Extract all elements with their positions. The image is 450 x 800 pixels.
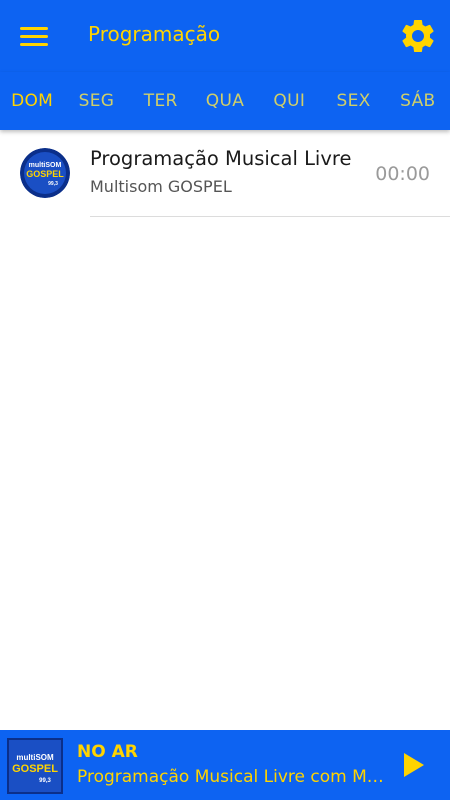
- top-app-bar: Programação: [0, 0, 450, 72]
- on-air-label: NO AR: [77, 742, 138, 762]
- hamburger-menu-icon[interactable]: [20, 24, 50, 48]
- program-subtitle: Multisom GOSPEL: [90, 177, 232, 196]
- tab-sab[interactable]: SÁB: [386, 72, 450, 130]
- tab-ter[interactable]: TER: [129, 72, 193, 130]
- player-logo-line1: multiSOM: [16, 753, 54, 762]
- program-time: 00:00: [375, 163, 430, 185]
- logo-line2: GOSPEL: [26, 169, 64, 179]
- tab-qui[interactable]: QUI: [257, 72, 321, 130]
- player-station-logo: multiSOM GOSPEL 99,3: [7, 738, 63, 794]
- day-tabs: DOM SEG TER QUA QUI SEX SÁB: [0, 72, 450, 130]
- station-logo: multiSOM GOSPEL 99,3: [20, 148, 70, 198]
- program-row[interactable]: multiSOM GOSPEL 99,3 Programação Musical…: [0, 130, 450, 218]
- player-logo-line2: GOSPEL: [12, 763, 58, 775]
- app-screen: Programação DOM SEG TER QUA QUI SEX SÁB …: [0, 0, 450, 800]
- now-playing-text: Programação Musical Livre com Multisom G…: [77, 767, 387, 787]
- logo-line1: multiSOM: [29, 162, 62, 169]
- program-list: multiSOM GOSPEL 99,3 Programação Musical…: [0, 130, 450, 218]
- row-divider: [90, 216, 450, 217]
- tab-qua[interactable]: QUA: [193, 72, 257, 130]
- tab-seg[interactable]: SEG: [64, 72, 128, 130]
- logo-line3: 99,3: [48, 181, 58, 187]
- tab-dom[interactable]: DOM: [0, 72, 64, 130]
- gear-icon[interactable]: [398, 16, 438, 56]
- page-title: Programação: [88, 22, 221, 46]
- program-title: Programação Musical Livre: [90, 147, 352, 170]
- play-icon[interactable]: [402, 752, 426, 778]
- tab-sex[interactable]: SEX: [321, 72, 385, 130]
- player-logo-line3: 99,3: [39, 778, 51, 784]
- mini-player[interactable]: multiSOM GOSPEL 99,3 NO AR Programação M…: [0, 730, 450, 800]
